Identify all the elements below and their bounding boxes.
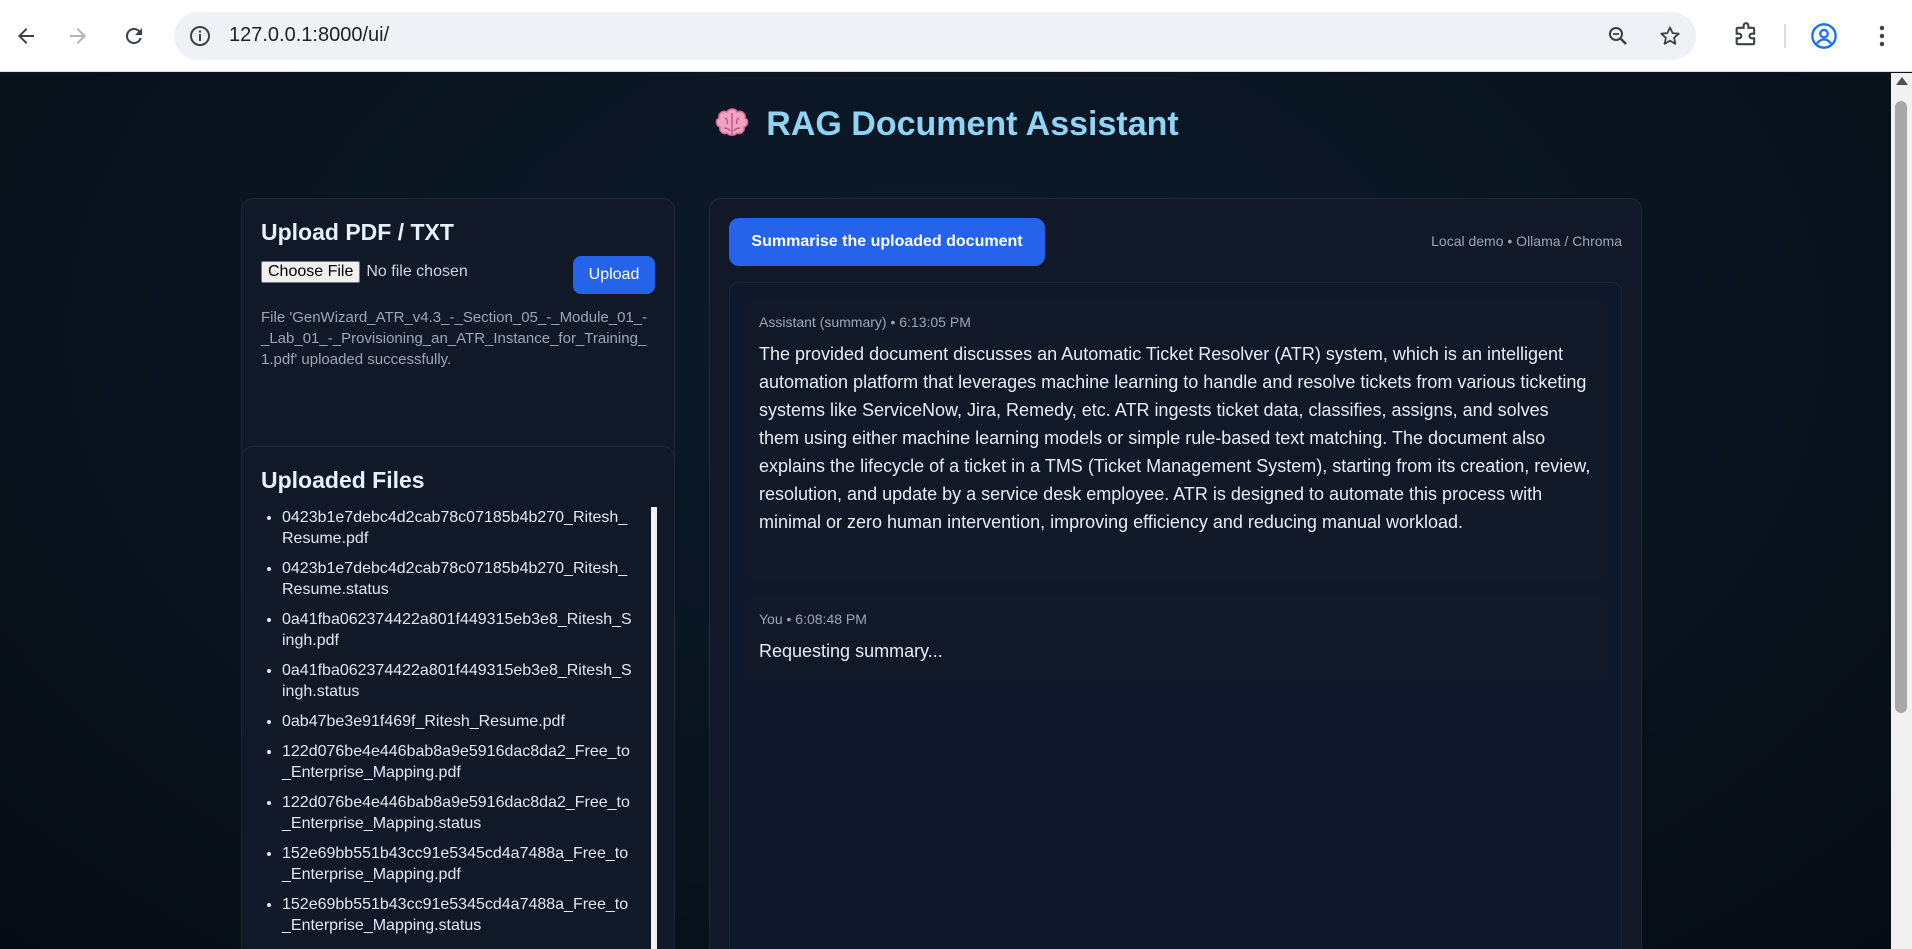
backend-info: Local demo • Ollama / Chroma <box>1431 233 1622 249</box>
profile-icon[interactable] <box>1810 22 1838 50</box>
scrollbar-thumb[interactable] <box>1895 101 1907 713</box>
address-bar[interactable]: 127.0.0.1:8000/ui/ <box>174 12 1696 60</box>
user-message: You • 6:08:48 PM Requesting summary... <box>745 595 1607 681</box>
files-list-container[interactable]: 0423b1e7debc4d2cab78c07185b4b270_Ritesh_… <box>261 507 657 949</box>
files-list-scrollbar[interactable] <box>651 507 657 949</box>
upload-status-message: File 'GenWizard_ATR_v4.3_-_Section_05_-_… <box>261 309 648 368</box>
brain-icon <box>716 108 749 136</box>
message-text: Requesting summary... <box>759 641 943 661</box>
toolbar-divider <box>1784 24 1786 48</box>
browser-toolbar: 127.0.0.1:8000/ui/ <box>0 0 1912 72</box>
url-text[interactable]: 127.0.0.1:8000/ui/ <box>229 24 389 47</box>
choose-file-button[interactable]: Choose File <box>261 261 361 283</box>
page-scrollbar[interactable] <box>1891 73 1912 949</box>
upload-heading: Upload PDF / TXT <box>261 219 454 245</box>
files-list: 0423b1e7debc4d2cab78c07185b4b270_Ritesh_… <box>261 507 633 945</box>
scroll-up-arrow-icon[interactable] <box>1896 77 1908 85</box>
file-chosen-label: No file chosen <box>366 263 468 280</box>
forward-button[interactable] <box>60 18 96 54</box>
file-item: 122d076be4e446bab8a9e5916dac8da2_Free_to… <box>282 792 633 834</box>
chat-card: Summarise the uploaded document Local de… <box>709 198 1642 949</box>
back-arrow-icon <box>18 28 34 44</box>
forward-arrow-icon <box>70 28 86 44</box>
assistant-message: Assistant (summary) • 6:13:05 PM The pro… <box>745 298 1607 581</box>
extensions-icon[interactable] <box>1732 22 1760 50</box>
file-item: 0a41fba062374422a801f449315eb3e8_Ritesh_… <box>282 660 633 702</box>
message-author: Assistant (summary) • 6:13:05 PM <box>759 314 971 330</box>
page-viewport: RAG Document Assistant Upload PDF / TXT … <box>0 73 1891 949</box>
message-text: The provided document discusses an Autom… <box>759 344 1591 532</box>
summarise-button[interactable]: Summarise the uploaded document <box>729 218 1045 266</box>
kebab-menu-icon[interactable] <box>1870 22 1894 50</box>
reload-icon <box>125 27 142 44</box>
bookmark-star-icon[interactable] <box>1658 24 1682 48</box>
file-item: 122d076be4e446bab8a9e5916dac8da2_Free_to… <box>282 741 633 783</box>
chat-history[interactable]: Assistant (summary) • 6:13:05 PM The pro… <box>729 282 1622 949</box>
file-item: 152e69bb551b43cc91e5345cd4a7488a_Free_to… <box>282 843 633 885</box>
file-item: 0423b1e7debc4d2cab78c07185b4b270_Ritesh_… <box>282 558 633 600</box>
back-button[interactable] <box>8 18 44 54</box>
file-item: 0423b1e7debc4d2cab78c07185b4b270_Ritesh_… <box>282 507 633 549</box>
page-title: RAG Document Assistant <box>0 103 1891 144</box>
page-title-text: RAG Document Assistant <box>766 105 1179 143</box>
reload-button[interactable] <box>116 18 152 54</box>
file-input[interactable]: Choose File No file chosen <box>261 261 468 283</box>
uploaded-files-heading: Uploaded Files <box>261 467 425 493</box>
file-item: 0ab47be3e91f469f_Ritesh_Resume.pdf <box>282 711 633 732</box>
zoom-icon[interactable] <box>1606 24 1630 48</box>
upload-button[interactable]: Upload <box>573 256 655 294</box>
file-item: 152e69bb551b43cc91e5345cd4a7488a_Free_to… <box>282 894 633 936</box>
uploaded-files-card: Uploaded Files 0423b1e7debc4d2cab78c0718… <box>241 446 675 949</box>
message-author: You • 6:08:48 PM <box>759 611 867 627</box>
site-info-icon[interactable] <box>188 24 212 48</box>
file-item: 0a41fba062374422a801f449315eb3e8_Ritesh_… <box>282 609 633 651</box>
